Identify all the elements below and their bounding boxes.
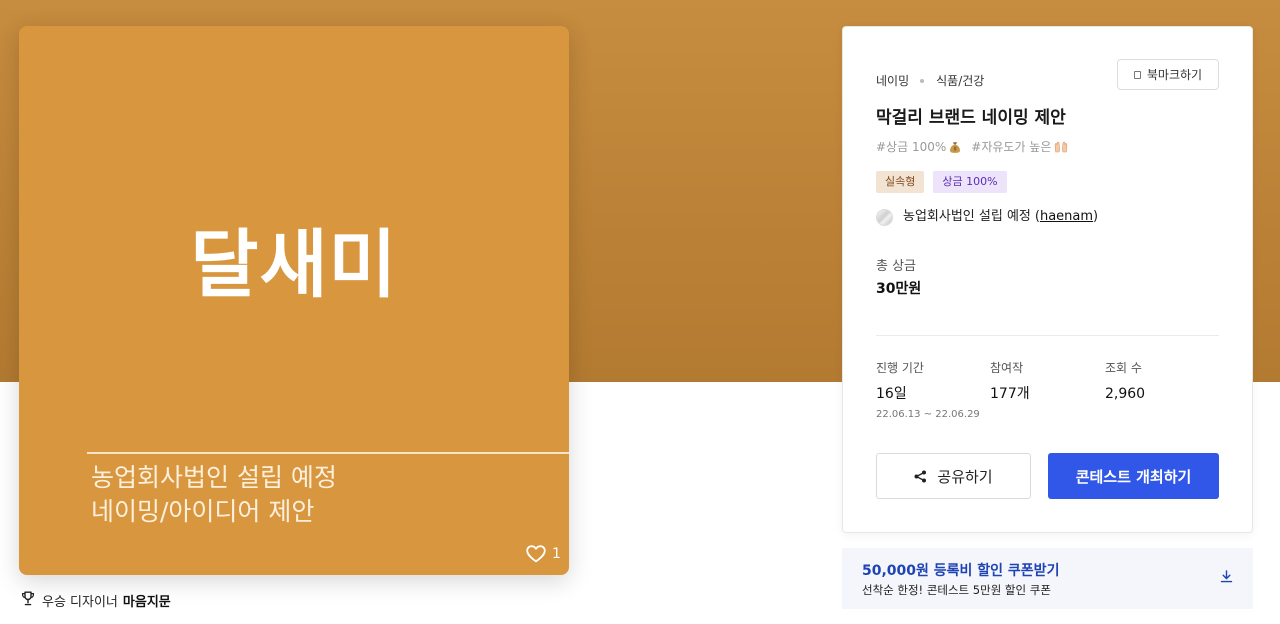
download-icon[interactable] bbox=[1220, 570, 1233, 583]
contest-info-panel: 네이밍 식품/건강 북마크하기 막걸리 브랜드 네이밍 제안 #상금 100% … bbox=[842, 26, 1253, 533]
contest-thumbnail: 달새미 농업회사법인 설립 예정 네이밍/아이디어 제안 1 bbox=[19, 26, 569, 575]
hashtag-label: #상금 100% bbox=[876, 140, 947, 154]
badge-practical: 실속형 bbox=[876, 171, 925, 193]
client-paren-close: ) bbox=[1093, 209, 1099, 224]
heart-outline-icon bbox=[526, 545, 546, 563]
raising-hands-icon bbox=[1054, 141, 1068, 153]
bookmark-button[interactable]: 북마크하기 bbox=[1117, 59, 1219, 90]
stat-entries: 참여작 177개 bbox=[990, 360, 1102, 422]
stat-value: 16일 bbox=[876, 386, 907, 402]
winner-designer-name[interactable]: 마음지문 bbox=[123, 591, 171, 610]
share-label: 공유하기 bbox=[937, 467, 993, 486]
breadcrumb: 네이밍 식품/건강 bbox=[876, 73, 984, 89]
contest-stats: 진행 기간 16일 22.06.13 ~ 22.06.29 참여작 177개 조… bbox=[876, 360, 1219, 422]
stat-value: 177개 bbox=[990, 386, 1030, 402]
client-avatar-icon bbox=[876, 208, 893, 226]
stat-label: 진행 기간 bbox=[876, 361, 924, 375]
stat-label: 참여작 bbox=[990, 361, 1024, 375]
thumbnail-caption-line: 네이밍/아이디어 제안 bbox=[91, 497, 315, 526]
prize-value: 30만원 bbox=[876, 281, 922, 297]
hashtag-freedom[interactable]: #자유도가 높은 bbox=[971, 139, 1068, 155]
host-contest-button[interactable]: 콘테스트 개최하기 bbox=[1048, 453, 1219, 499]
like-button[interactable]: 1 bbox=[526, 544, 561, 564]
like-count: 1 bbox=[552, 546, 561, 562]
trophy-icon bbox=[21, 591, 35, 610]
breadcrumb-item-food-health[interactable]: 식품/건강 bbox=[936, 73, 984, 89]
bookmark-icon bbox=[1133, 70, 1141, 79]
coupon-title: 50,000원 등록비 할인 쿠폰받기 bbox=[862, 563, 1060, 579]
hashtag-prize[interactable]: #상금 100% bbox=[876, 139, 961, 155]
stat-period-dates: 22.06.13 ~ 22.06.29 bbox=[876, 409, 980, 420]
thumbnail-divider bbox=[87, 452, 569, 454]
hashtag-label: #자유도가 높은 bbox=[971, 140, 1052, 154]
breadcrumb-separator bbox=[920, 79, 925, 83]
client-text: 농업회사법인 설립 예정 (haenam) bbox=[903, 208, 1098, 226]
hashtag-list: #상금 100% #자유도가 높은 bbox=[876, 139, 1068, 155]
contest-title: 막걸리 브랜드 네이밍 제안 bbox=[876, 108, 1066, 128]
badge-list: 실속형 상금 100% bbox=[876, 171, 1007, 193]
stat-value: 2,960 bbox=[1105, 386, 1146, 402]
stat-label: 조회 수 bbox=[1105, 361, 1142, 375]
winner-label: 우승 디자이너 bbox=[42, 594, 118, 610]
winner-designer: 우승 디자이너 마음지문 bbox=[21, 591, 171, 610]
money-bag-icon bbox=[949, 141, 961, 154]
coupon-banner[interactable]: 50,000원 등록비 할인 쿠폰받기 선착순 한정! 콘테스트 5만원 할인 … bbox=[842, 548, 1253, 609]
share-icon bbox=[914, 470, 927, 483]
bookmark-label: 북마크하기 bbox=[1146, 68, 1203, 82]
thumbnail-caption-line: 농업회사법인 설립 예정 bbox=[91, 463, 337, 492]
coupon-subtitle: 선착순 한정! 콘테스트 5만원 할인 쿠폰 bbox=[862, 583, 1051, 597]
prize-label: 총 상금 bbox=[876, 259, 917, 274]
client-info: 농업회사법인 설립 예정 (haenam) bbox=[876, 208, 1098, 226]
stat-views: 조회 수 2,960 bbox=[1105, 360, 1217, 422]
stat-period: 진행 기간 16일 22.06.13 ~ 22.06.29 bbox=[876, 360, 988, 422]
client-name: 농업회사법인 설립 예정 bbox=[903, 209, 1031, 224]
share-button[interactable]: 공유하기 bbox=[876, 453, 1031, 499]
section-divider bbox=[876, 335, 1219, 336]
badge-prize-100: 상금 100% bbox=[933, 171, 1007, 193]
thumbnail-brand-name: 달새미 bbox=[190, 222, 398, 308]
breadcrumb-item-naming[interactable]: 네이밍 bbox=[876, 73, 909, 89]
client-username-link[interactable]: haenam bbox=[1040, 209, 1093, 224]
